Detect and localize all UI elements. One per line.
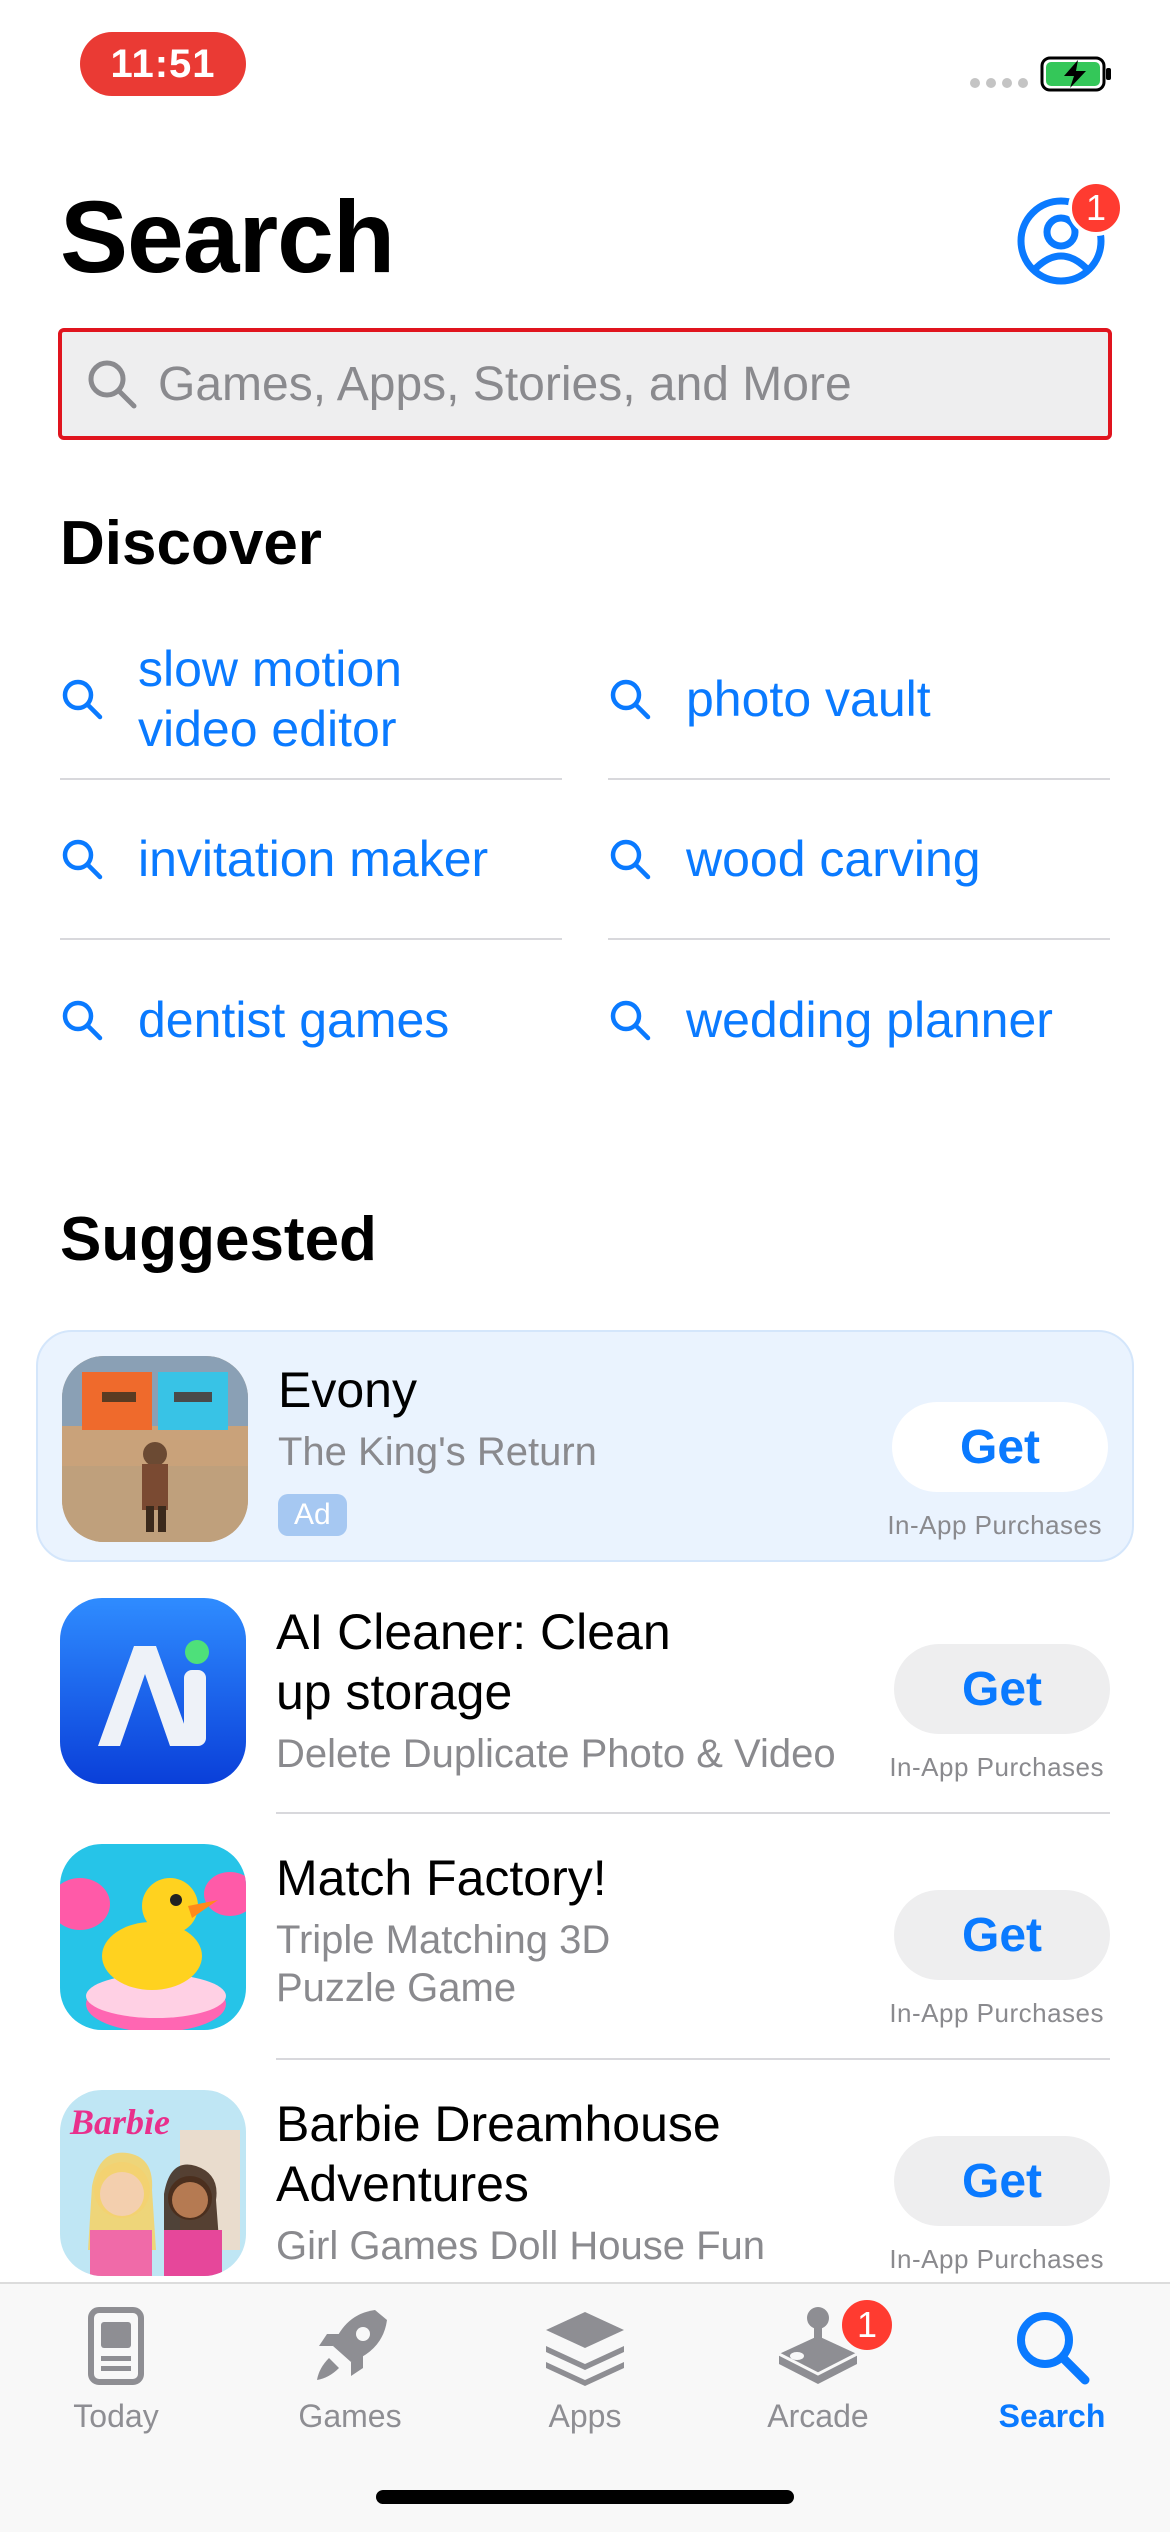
app-row-match-factory[interactable]: Match Factory! Triple Matching 3D Puzzle… <box>36 1820 1134 2052</box>
app-name: Barbie Dreamhouse Adventures <box>276 2096 721 2212</box>
discover-item-label: slow motion video editor <box>138 641 402 757</box>
arcade-badge: 1 <box>838 2296 896 2354</box>
evony-app-icon <box>62 1356 248 1542</box>
app-text: Evony The King's Return Ad <box>278 1360 898 1536</box>
app-row-evony[interactable]: Evony The King's Return Ad Get In-App Pu… <box>36 1330 1134 1562</box>
app-name: AI Cleaner: Clean up storage <box>276 1604 671 1720</box>
rocket-icon <box>317 2310 387 2380</box>
app-row-ai-cleaner[interactable]: AI Cleaner: Clean up storage Delete Dupl… <box>36 1574 1134 1806</box>
discover-item-label: invitation maker <box>138 831 489 887</box>
discover-title: Discover <box>60 509 322 578</box>
search-icon <box>88 360 137 409</box>
search-icon <box>610 679 651 720</box>
home-indicator[interactable] <box>376 2490 794 2504</box>
page-title: Search <box>60 180 395 294</box>
discover-item-wood-carving[interactable]: wood carving <box>608 780 1110 940</box>
get-button[interactable]: Get <box>892 1402 1108 1492</box>
in-app-purchases-note: In-App Purchases <box>887 1510 1102 1540</box>
discover-list: slow motion video editor photo vault inv… <box>60 620 1110 1100</box>
discover-item-label: dentist games <box>138 992 450 1048</box>
tab-label: Search <box>998 2398 1106 2434</box>
search-icon <box>610 1000 651 1041</box>
discover-item-label: wedding planner <box>686 992 1053 1048</box>
discover-item-slow-motion-video-editor[interactable]: slow motion video editor <box>60 620 562 780</box>
match-factory-app-icon <box>60 1844 246 2030</box>
tab-label: Today <box>73 2398 159 2434</box>
app-name: Evony <box>278 1362 417 1418</box>
discover-item-dentist-games[interactable]: dentist games <box>60 940 562 1100</box>
status-time: 11:51 <box>110 41 216 86</box>
app-text: Barbie Dreamhouse Adventures Girl Games … <box>276 2094 896 2270</box>
app-subtitle: Triple Matching 3D Puzzle Game <box>276 1918 611 2010</box>
app-name: Match Factory! <box>276 1850 607 1906</box>
search-input[interactable] <box>158 356 1058 412</box>
get-button[interactable]: Get <box>894 1890 1110 1980</box>
app-subtitle: Girl Games Doll House Fun <box>276 2224 766 2268</box>
account-badge: 1 <box>1068 180 1124 236</box>
get-button[interactable]: Get <box>894 1644 1110 1734</box>
discover-item-invitation-maker[interactable]: invitation maker <box>60 780 562 940</box>
in-app-purchases-note: In-App Purchases <box>889 1998 1104 2028</box>
tab-label: Apps <box>548 2398 622 2434</box>
search-icon <box>610 839 651 880</box>
battery-charging-icon <box>1040 56 1111 92</box>
discover-item-photo-vault[interactable]: photo vault <box>608 620 1110 780</box>
app-row-barbie[interactable]: Barbie Barbie Dreamhouse Adventures Girl… <box>36 2066 1134 2298</box>
app-text: Match Factory! Triple Matching 3D Puzzle… <box>276 1848 896 2012</box>
discover-item-wedding-planner[interactable]: wedding planner <box>608 940 1110 1100</box>
app-subtitle: The King's Return <box>278 1430 597 1474</box>
search-icon <box>62 679 103 720</box>
app-text: AI Cleaner: Clean up storage Delete Dupl… <box>276 1602 896 1778</box>
barbie-app-icon: Barbie <box>60 2090 246 2276</box>
layers-icon <box>546 2312 624 2386</box>
ad-badge: Ad <box>278 1494 347 1536</box>
get-button[interactable]: Get <box>894 2136 1110 2226</box>
tab-label: Games <box>298 2398 402 2434</box>
tab-label: Arcade <box>767 2398 869 2434</box>
search-icon <box>1017 2312 1090 2385</box>
tab-games[interactable]: Games <box>260 2304 440 2435</box>
in-app-purchases-note: In-App Purchases <box>889 2244 1104 2274</box>
tab-apps[interactable]: Apps <box>495 2304 675 2435</box>
discover-item-label: wood carving <box>686 831 981 887</box>
search-field[interactable] <box>58 328 1112 440</box>
row-divider <box>276 2058 1110 2060</box>
status-bar: 11:51 <box>0 0 1170 130</box>
time-pill[interactable]: 11:51 <box>80 32 246 96</box>
suggested-title: Suggested <box>60 1205 377 1274</box>
search-icon <box>62 839 103 880</box>
tab-today[interactable]: Today <box>26 2304 206 2435</box>
search-icon <box>62 1000 103 1041</box>
tab-arcade[interactable]: Arcade 1 <box>728 2296 908 2435</box>
ai-cleaner-app-icon <box>60 1598 246 1784</box>
cellular-signal-icon <box>970 78 1028 88</box>
row-divider <box>276 1812 1110 1814</box>
in-app-purchases-note: In-App Purchases <box>889 1752 1104 1782</box>
discover-item-label: photo vault <box>686 671 931 727</box>
tab-search[interactable]: Search <box>962 2304 1142 2435</box>
today-icon <box>88 2307 144 2385</box>
svg-text:Barbie: Barbie <box>69 2102 170 2142</box>
app-subtitle: Delete Duplicate Photo & Video <box>276 1732 836 1776</box>
